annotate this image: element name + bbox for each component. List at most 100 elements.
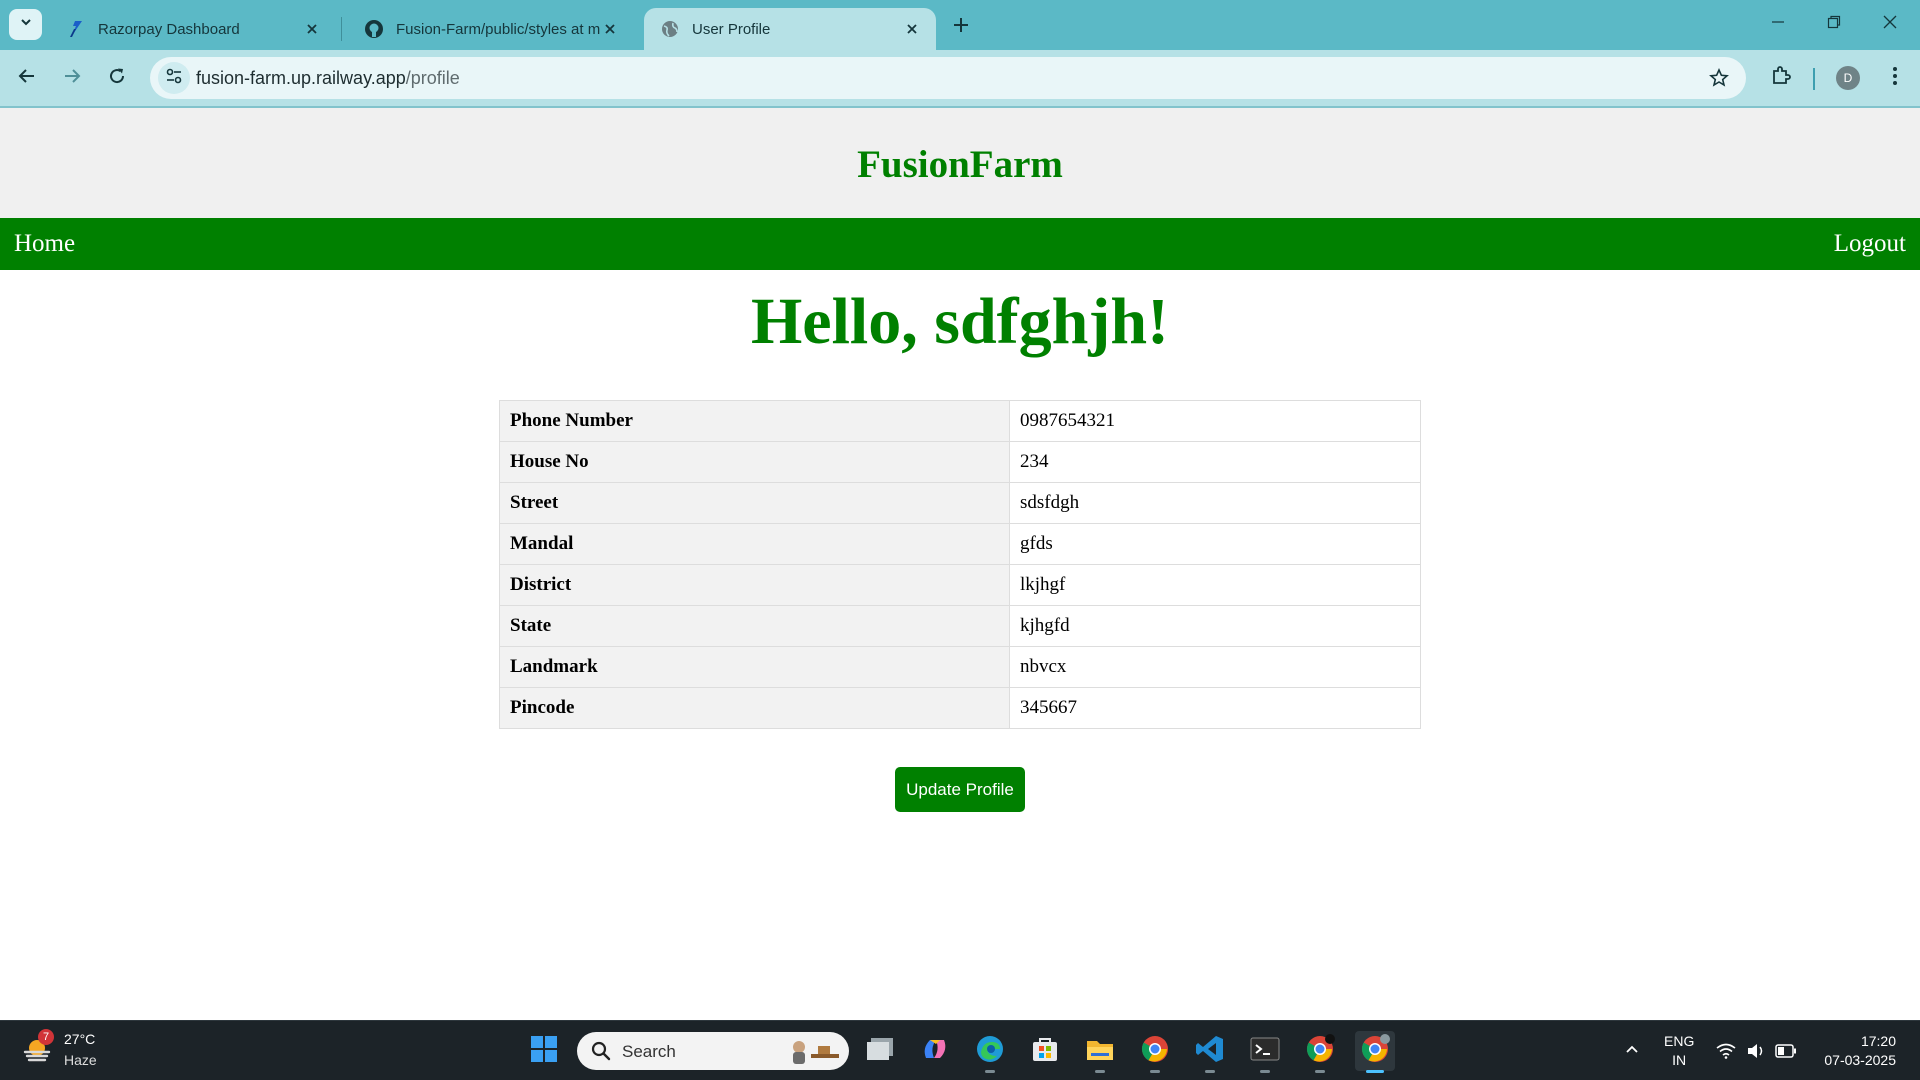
task-view-icon — [865, 1036, 895, 1067]
table-row: District lkjhgf — [499, 564, 1421, 606]
wifi-icon[interactable] — [1714, 1039, 1738, 1063]
nav-logout-link[interactable]: Logout — [1834, 230, 1906, 258]
bookmark-star-icon[interactable] — [1708, 67, 1730, 89]
clock[interactable]: 17:20 07-03-2025 — [1814, 1032, 1896, 1070]
running-indicator — [1205, 1070, 1215, 1073]
field-value: kjhgfd — [1009, 605, 1421, 647]
site-header: FusionFarm — [0, 108, 1920, 218]
close-icon[interactable] — [302, 19, 322, 39]
tune-icon — [165, 67, 183, 90]
tab-title: Razorpay Dashboard — [98, 20, 240, 38]
browser-chrome: Razorpay Dashboard Fusion-Farm/public/st… — [0, 0, 1920, 108]
field-value: nbvcx — [1009, 646, 1421, 688]
copilot-app[interactable] — [915, 1031, 955, 1071]
minimize-button[interactable] — [1750, 0, 1806, 48]
tab-search-button[interactable] — [9, 9, 42, 40]
minimize-icon — [1771, 15, 1785, 34]
chrome-icon — [1305, 1033, 1335, 1069]
extensions-button[interactable] — [1762, 58, 1800, 96]
globe-icon — [660, 19, 680, 39]
notification-badge: 7 — [38, 1029, 54, 1045]
running-indicator — [985, 1070, 995, 1073]
chrome-app[interactable] — [1135, 1031, 1175, 1073]
chrome-icon — [1140, 1034, 1170, 1069]
tab-title: User Profile — [692, 20, 771, 38]
show-hidden-icons-button[interactable] — [1620, 1039, 1644, 1063]
razorpay-icon — [66, 19, 86, 39]
search-icon — [591, 1041, 611, 1061]
store-app[interactable] — [1025, 1031, 1065, 1071]
field-label: District — [499, 564, 1010, 606]
lang-line-1: ENG — [1664, 1033, 1695, 1049]
arrow-left-icon — [18, 67, 36, 90]
windows-logo-icon — [530, 1035, 558, 1068]
volume-icon[interactable] — [1744, 1039, 1768, 1063]
taskbar-search-box[interactable]: Search — [577, 1032, 849, 1070]
table-row: Phone Number 0987654321 — [499, 400, 1421, 442]
field-label: House No — [499, 441, 1010, 483]
chrome-profile-app[interactable] — [1300, 1031, 1340, 1073]
url-host: fusion-farm.up.railway.app — [196, 68, 406, 88]
chrome-active-app[interactable] — [1355, 1031, 1395, 1073]
tab-github[interactable]: Fusion-Farm/public/styles at main — [348, 8, 634, 50]
table-row: Landmark nbvcx — [499, 646, 1421, 688]
browser-menu-button[interactable] — [1880, 60, 1910, 96]
url-text[interactable]: fusion-farm.up.railway.app/profile — [196, 68, 460, 89]
edge-browser-icon — [975, 1034, 1005, 1069]
chevron-down-icon — [19, 15, 33, 34]
table-row: State kjhgfd — [499, 605, 1421, 647]
arrow-right-icon — [63, 67, 81, 90]
kebab-menu-icon — [1892, 66, 1898, 91]
profile-table: Phone Number 0987654321 House No 234 Str… — [499, 400, 1421, 729]
terminal-app[interactable] — [1245, 1031, 1285, 1073]
field-value: 0987654321 — [1009, 400, 1421, 442]
forward-button[interactable] — [53, 59, 91, 97]
running-indicator — [1260, 1070, 1270, 1073]
page-viewport: FusionFarm Home Logout Hello, sdfghjh! P… — [0, 108, 1920, 1020]
greeting-heading: Hello, sdfghjh! — [750, 285, 1170, 358]
back-button[interactable] — [8, 59, 46, 97]
site-info-button[interactable] — [158, 62, 190, 94]
nav-home-link[interactable]: Home — [14, 230, 75, 258]
close-icon[interactable] — [600, 19, 620, 39]
search-label: Search — [622, 1042, 676, 1061]
tab-divider — [341, 17, 342, 41]
table-row: Mandal gfds — [499, 523, 1421, 565]
running-indicator — [1366, 1070, 1384, 1073]
restore-button[interactable] — [1806, 0, 1862, 48]
toolbar-divider — [1813, 68, 1815, 90]
task-view-button[interactable] — [860, 1031, 900, 1071]
weather-temperature: 27°C — [64, 1031, 96, 1047]
microsoft-store-icon — [1031, 1035, 1059, 1068]
running-indicator — [1315, 1070, 1325, 1073]
battery-icon[interactable] — [1774, 1039, 1798, 1063]
folder-icon — [1085, 1036, 1115, 1067]
reload-button[interactable] — [98, 59, 136, 97]
vscode-app[interactable] — [1190, 1031, 1230, 1073]
site-title: FusionFarm — [857, 142, 1063, 186]
close-icon — [1883, 15, 1897, 34]
input-language-indicator[interactable]: ENG IN — [1664, 1032, 1694, 1070]
start-button[interactable] — [524, 1031, 564, 1071]
plus-icon — [953, 17, 969, 38]
update-profile-button[interactable]: Update Profile — [895, 767, 1025, 812]
file-explorer-app[interactable] — [1080, 1031, 1120, 1073]
field-value: gfds — [1009, 523, 1421, 565]
terminal-icon — [1250, 1036, 1280, 1067]
close-icon[interactable] — [902, 19, 922, 39]
copilot-icon — [920, 1034, 950, 1069]
edge-app[interactable] — [970, 1031, 1010, 1073]
clock-time: 17:20 — [1860, 1033, 1896, 1049]
tab-razorpay[interactable]: Razorpay Dashboard — [50, 8, 336, 50]
field-value: 234 — [1009, 441, 1421, 483]
table-row: Pincode 345667 — [499, 687, 1421, 729]
running-indicator — [1150, 1070, 1160, 1073]
puzzle-icon — [1770, 64, 1792, 91]
tab-user-profile[interactable]: User Profile — [644, 8, 936, 50]
vscode-icon — [1195, 1034, 1225, 1069]
close-window-button[interactable] — [1862, 0, 1918, 48]
new-tab-button[interactable] — [944, 10, 978, 44]
address-bar[interactable]: fusion-farm.up.railway.app/profile — [150, 57, 1746, 99]
field-label: Pincode — [499, 687, 1010, 729]
profile-avatar[interactable]: D — [1836, 66, 1860, 90]
